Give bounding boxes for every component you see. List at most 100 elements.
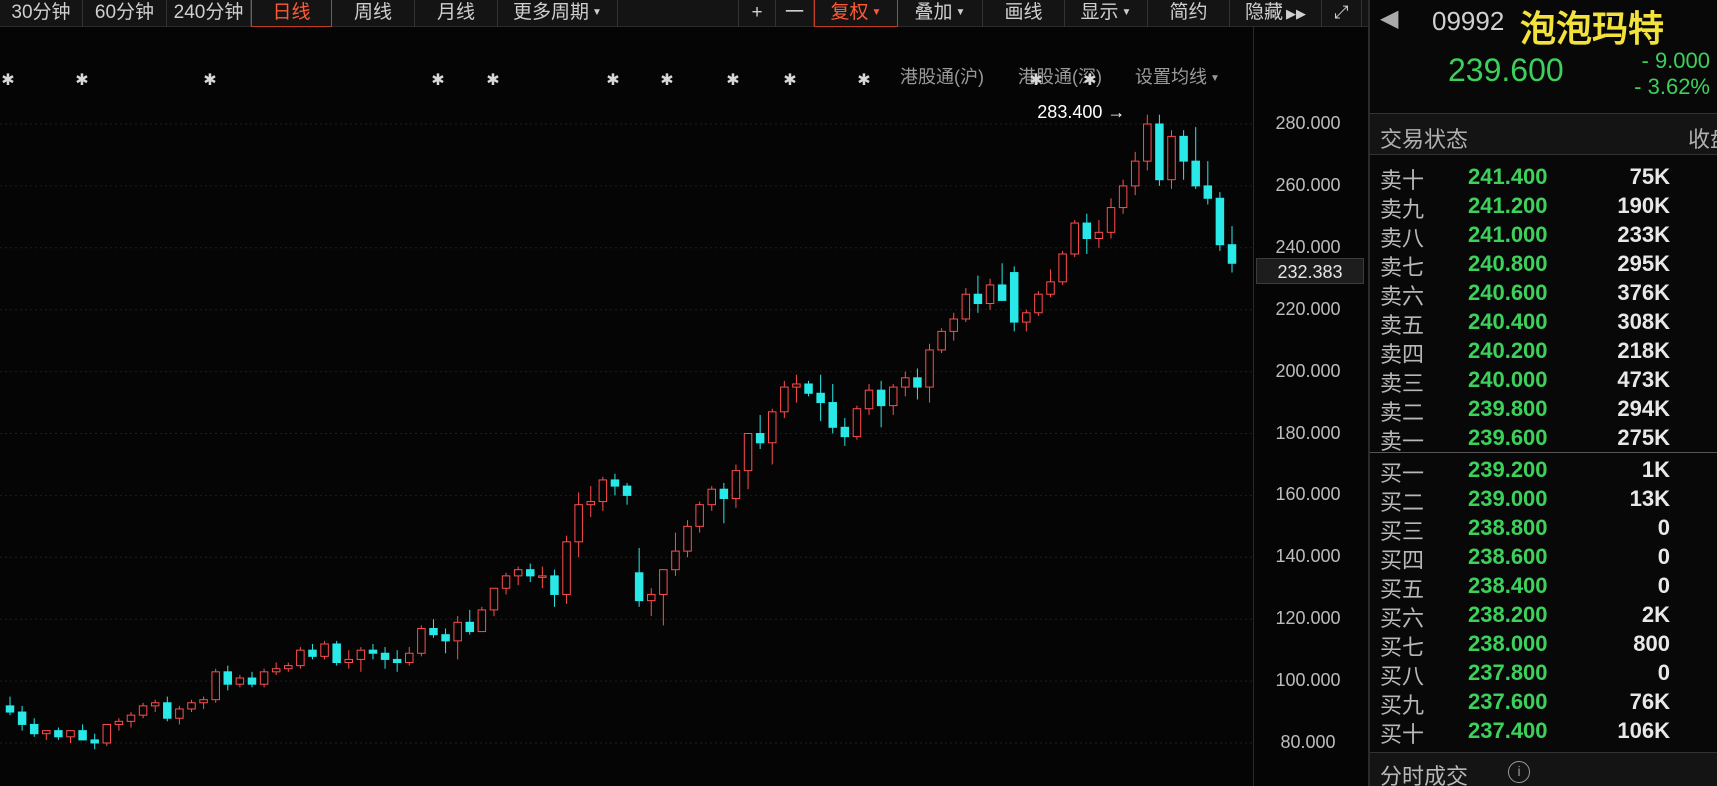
price-tick-label: 260.000 [1275,174,1341,195]
kline-chart[interactable]: 港股通(沪) 港股通(深) 设置均线 ▼ ✱ ✱ ✱ ✱ ✱ ✱ ✱ ✱ ✱ ✱ ✱ ✱ 280.000… [0,27,1368,786]
price-change: - 9.000 - 3.62% [1600,48,1710,100]
candle-up [453,621,462,642]
ask-row[interactable]: 卖二 239.800 294K [1370,394,1717,425]
candle-down [755,433,765,444]
stock-name: 泡泡玛特 [1520,8,1665,49]
level-price: 240.000 [1468,367,1548,392]
period-daily[interactable]: 日线 [251,0,332,27]
period-monthly[interactable]: 月线 [415,0,498,27]
event-marker-icon[interactable]: ✱ [1083,72,1096,89]
info-icon[interactable]: i [1508,761,1530,783]
ask-row[interactable]: 卖七 240.800 295K [1370,249,1717,280]
zoom-out-button[interactable]: 一 [776,0,814,27]
level-volume: 106K [1617,718,1670,743]
period-more[interactable]: 更多周期 ▼ [498,0,618,27]
ask-row[interactable]: 卖九 241.200 190K [1370,191,1717,222]
period-weekly[interactable]: 周线 [332,0,415,27]
candle-down [392,658,402,664]
candle-up [780,386,789,413]
period-30min[interactable]: 30分钟 [0,0,83,27]
event-marker-icon[interactable]: ✱ [1029,72,1042,89]
price-tick-label: 120.000 [1275,608,1341,629]
level-volume: 75K [1629,164,1670,189]
change-percent: - 3.62% [1634,74,1710,99]
bid-row[interactable]: 买一 239.200 1K [1370,455,1717,486]
period-60min[interactable]: 60分钟 [83,0,167,27]
candle-up [1106,207,1116,233]
bid-row[interactable]: 买七 238.000 800 [1370,629,1717,660]
candle-up [114,720,124,725]
level-volume: 473K [1617,367,1670,392]
event-marker-icon[interactable]: ✱ [857,72,870,89]
hide-button[interactable]: 隐藏 ▶▶ [1230,0,1322,27]
level-volume: 76K [1629,689,1670,714]
candle-up [586,501,596,506]
candle-up [695,504,704,527]
candle-up [707,488,716,506]
zoom-in-button[interactable]: + [738,0,776,27]
ask-row[interactable]: 卖五 240.400 308K [1370,307,1717,338]
overlay-button[interactable]: 叠加 ▼ [898,0,983,27]
candle-down [1203,185,1213,199]
ask-row[interactable]: 卖一 239.600 275K [1370,423,1717,454]
candle-down [1179,135,1188,162]
event-marker-icon[interactable]: ✱ [486,72,499,89]
event-marker-icon[interactable]: ✱ [606,72,619,89]
bid-row[interactable]: 买三 238.800 0 [1370,513,1717,544]
trade-state-value: 收盘 [1688,127,1717,152]
bid-row[interactable]: 买二 239.000 13K [1370,484,1717,515]
bid-row[interactable]: 买四 238.600 0 [1370,542,1717,573]
level-price: 239.600 [1468,425,1548,450]
level-volume: 0 [1657,544,1670,569]
simple-button[interactable]: 简约 [1148,0,1230,27]
chevron-left-icon[interactable]: ◀ [1380,4,1398,33]
display-button[interactable]: 显示 ▼ [1065,0,1148,27]
event-marker-icon[interactable]: ✱ [726,72,739,89]
level-price: 241.400 [1468,164,1548,189]
price-axis-divider [1253,27,1254,786]
level-label: 买十 [1380,722,1425,747]
event-marker-icon[interactable]: ✱ [75,72,88,89]
level-price: 238.600 [1468,544,1548,569]
candle-down [719,488,729,499]
event-marker-icon[interactable]: ✱ [1,72,14,89]
candle-down [1227,244,1237,264]
bid-row[interactable]: 买六 238.200 2K [1370,600,1717,631]
ask-row[interactable]: 卖六 240.600 376K [1370,278,1717,309]
event-marker-icon[interactable]: ✱ [660,72,673,89]
event-marker-icon[interactable]: ✱ [431,72,444,89]
ask-row[interactable]: 卖四 240.200 218K [1370,336,1717,367]
candle-down [332,643,341,664]
fullscreen-button[interactable]: ⤢ [1322,0,1362,27]
event-marker-icon[interactable]: ✱ [203,72,216,89]
level-volume: 0 [1657,573,1670,598]
bid-row[interactable]: 买八 237.800 0 [1370,658,1717,689]
candle-up [513,569,523,577]
toolbar: 30分钟 60分钟 240分钟 日线 周线 月线 更多周期 ▼ + 一 复权 ▼ 叠… [0,0,1368,27]
bid-row[interactable]: 买五 238.400 0 [1370,571,1717,602]
candle-up [405,652,414,664]
candle-down [163,702,172,719]
period-240min[interactable]: 240分钟 [167,0,251,27]
adjust-label: 复权 [830,2,869,23]
candle-up [1118,185,1128,209]
ask-row[interactable]: 卖三 240.000 473K [1370,365,1717,396]
event-marker-icon[interactable]: ✱ [783,72,796,89]
divider [1370,452,1717,453]
candle-down [29,723,39,735]
candle-up [42,730,51,735]
candle-up [259,671,269,685]
candle-up [501,575,511,589]
level-volume: 295K [1617,251,1670,276]
draw-button[interactable]: 画线 [983,0,1065,27]
price-tick-label: 100.000 [1275,670,1341,691]
bid-row[interactable]: 买九 237.600 76K [1370,687,1717,718]
ask-row[interactable]: 卖十 241.400 75K [1370,162,1717,193]
ask-row[interactable]: 卖八 241.000 233K [1370,220,1717,251]
candle-up [731,470,741,499]
adjust-button[interactable]: 复权 ▼ [814,0,898,27]
level-volume: 376K [1617,280,1670,305]
tick-trades-header[interactable]: 分时成交 i [1370,752,1717,786]
level-price: 237.800 [1468,660,1548,685]
bid-row[interactable]: 买十 237.400 106K [1370,716,1717,747]
